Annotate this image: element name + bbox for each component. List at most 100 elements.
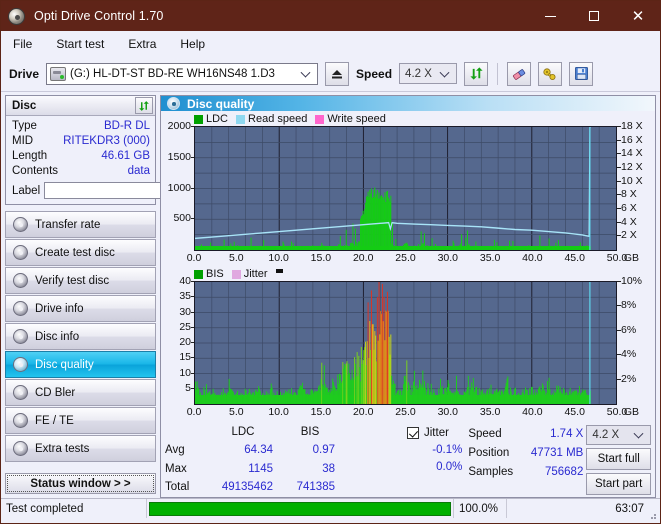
sidebar-item-drive-info[interactable]: Drive info [5, 295, 156, 322]
y2-tick-label: 4 X [617, 215, 637, 228]
stats-total-bis: 741385 [296, 480, 335, 493]
save-button[interactable] [569, 61, 594, 86]
disc-info-list: Type BD-R DL MID RITEKDR3 (000) Length 4… [6, 116, 247, 204]
maximize-button[interactable] [572, 1, 616, 31]
x-tick-label: 0.0 [186, 252, 202, 264]
y-tick-label: 20 [179, 336, 195, 348]
legend-item-bis: BIS [194, 268, 224, 280]
legend-label-bis: BIS [206, 268, 224, 280]
key-button[interactable] [538, 61, 563, 86]
sidebar: Disc Type BD-R DL MID RITEKDR3 (000) Len… [1, 92, 247, 498]
disc-refresh-button[interactable] [135, 97, 153, 114]
disc-contents-value: data [127, 165, 150, 177]
x-tick-label: 5.0 [228, 252, 244, 264]
app-window: Opti Drive Control 1.70 ✕ File Start tes… [0, 0, 661, 524]
legend-marker-box [275, 269, 283, 273]
disc-icon [13, 273, 28, 288]
y2-tick-label: 2 X [617, 229, 637, 242]
legend-label-write-speed: Write speed [327, 113, 386, 125]
y-tick-label: 1500 [167, 150, 196, 163]
y2-tick-label: 6 X [617, 202, 637, 214]
menu-start-test[interactable]: Start test [54, 35, 106, 53]
test-speed-select[interactable]: 4.2 X [586, 425, 651, 445]
test-speed-value: 4.2 X [592, 429, 620, 441]
sidebar-item-label: Create test disc [35, 246, 115, 259]
y2-tick-label: 10 X [617, 174, 643, 187]
drive-select-value: (G:) HL-DT-ST BD-RE WH16NS48 1.D3 [70, 67, 275, 80]
disc-row-type: Type BD-R DL [12, 119, 150, 134]
sidebar-item-label: Extra tests [35, 442, 90, 455]
y-tick-label: 500 [173, 212, 195, 225]
y2-tick-label: 6% [616, 323, 637, 336]
disc-length-value: 46.61 GB [101, 150, 150, 162]
menu-help[interactable]: Help [178, 35, 207, 53]
sidebar-item-extra-tests[interactable]: Extra tests [5, 435, 156, 462]
disc-icon [13, 441, 28, 456]
disc-icon [13, 245, 28, 260]
sidebar-item-transfer-rate[interactable]: Transfer rate [5, 211, 156, 238]
disc-label-key: Label [12, 184, 41, 197]
bis-y-axis-left: 5 10 15 20 25 30 35 40 [164, 275, 195, 405]
stats-total-ldc: 49135462 [221, 480, 273, 493]
y2-tick-label: 4% [616, 348, 637, 361]
sidebar-item-verify-test-disc[interactable]: Verify test disc [5, 267, 156, 294]
y2-tick-label: 18 X [617, 120, 643, 132]
drive-toolbar: Drive (G:) HL-DT-ST BD-RE WH16NS48 1.D3 … [1, 56, 660, 92]
action-column: 4.2 X Start full Start part [586, 424, 651, 495]
sidebar-item-disc-quality[interactable]: Disc quality [5, 351, 156, 378]
ldc-y-axis-left: 500 1000 1500 2000 [164, 120, 196, 251]
eject-button[interactable] [325, 61, 350, 86]
menu-extra[interactable]: Extra [126, 35, 158, 53]
title-bar: Opti Drive Control 1.70 ✕ [1, 1, 660, 31]
x-tick-label: 40.0 [522, 406, 543, 418]
stats-row-avg-key: Avg [165, 444, 185, 457]
stats-avg-ldc: 64.34 [244, 444, 273, 457]
readout-column: Speed 1.74 X Position 47731 MB Samples 7… [468, 424, 586, 495]
y-tick-label: 10 [179, 366, 195, 379]
start-part-button[interactable]: Start part [586, 473, 651, 495]
drive-select[interactable]: (G:) HL-DT-ST BD-RE WH16NS48 1.D3 [46, 62, 319, 85]
sidebar-item-label: FE / TE [35, 414, 74, 427]
erase-button[interactable] [507, 61, 532, 86]
sidebar-item-create-test-disc[interactable]: Create test disc [5, 239, 156, 266]
y-tick-label: 2000 [167, 120, 196, 132]
minimize-button[interactable] [528, 1, 572, 31]
sidebar-item-fe-te[interactable]: FE / TE [5, 407, 156, 434]
legend-swatch-jitter [231, 269, 241, 279]
stats-area: LDC BIS Avg 64.34 0.97 Max 1145 38 Total… [161, 420, 655, 497]
jitter-checkbox[interactable] [407, 426, 419, 439]
jitter-label: Jitter [424, 426, 449, 439]
resize-grip[interactable] [647, 510, 657, 520]
y-tick-label: 40 [179, 275, 195, 287]
disc-quality-icon [167, 97, 180, 110]
y2-tick-label: 14 X [617, 147, 643, 160]
x-tick-label: 5.0 [228, 406, 244, 418]
refresh-button[interactable] [464, 61, 489, 86]
x-tick-label: 10.0 [268, 406, 289, 418]
chevron-down-icon [633, 428, 644, 439]
sidebar-item-disc-info[interactable]: Disc info [5, 323, 156, 350]
ldc-plot-area [194, 126, 617, 251]
sidebar-item-label: Disc info [35, 330, 80, 343]
progress-bar [149, 501, 451, 516]
toolbar-separator [497, 62, 499, 85]
drive-device-icon [50, 66, 67, 81]
x-tick-label: 15.0 [310, 406, 332, 418]
jitter-avg-value: -0.1% [432, 443, 463, 456]
close-button[interactable]: ✕ [616, 1, 660, 31]
menu-file[interactable]: File [11, 35, 34, 53]
disc-contents-key: Contents [12, 165, 59, 177]
chevron-down-icon [439, 67, 450, 78]
bis-x-axis: 0.0 5.0 10.0 15.0 20.0 25.0 30.0 35.0 40.0 45.0 50… [187, 405, 639, 420]
speed-readout-value: 1.74 X [550, 427, 584, 440]
speed-select[interactable]: 4.2 X [399, 63, 458, 84]
disc-mid-value: RITEKDR3 (000) [63, 135, 150, 147]
start-full-button[interactable]: Start full [586, 448, 651, 470]
sidebar-item-cd-bler[interactable]: CD Bler [5, 379, 156, 406]
status-window-button[interactable]: Status window > > [5, 473, 156, 494]
legend-swatch-read-speed [236, 114, 246, 124]
stats-max-bis: 38 [322, 462, 335, 475]
stats-max-ldc: 1145 [248, 462, 273, 475]
legend-item-jitter: Jitter [231, 268, 268, 280]
status-bar: Test completed 100.0% 63:07 [1, 498, 660, 518]
